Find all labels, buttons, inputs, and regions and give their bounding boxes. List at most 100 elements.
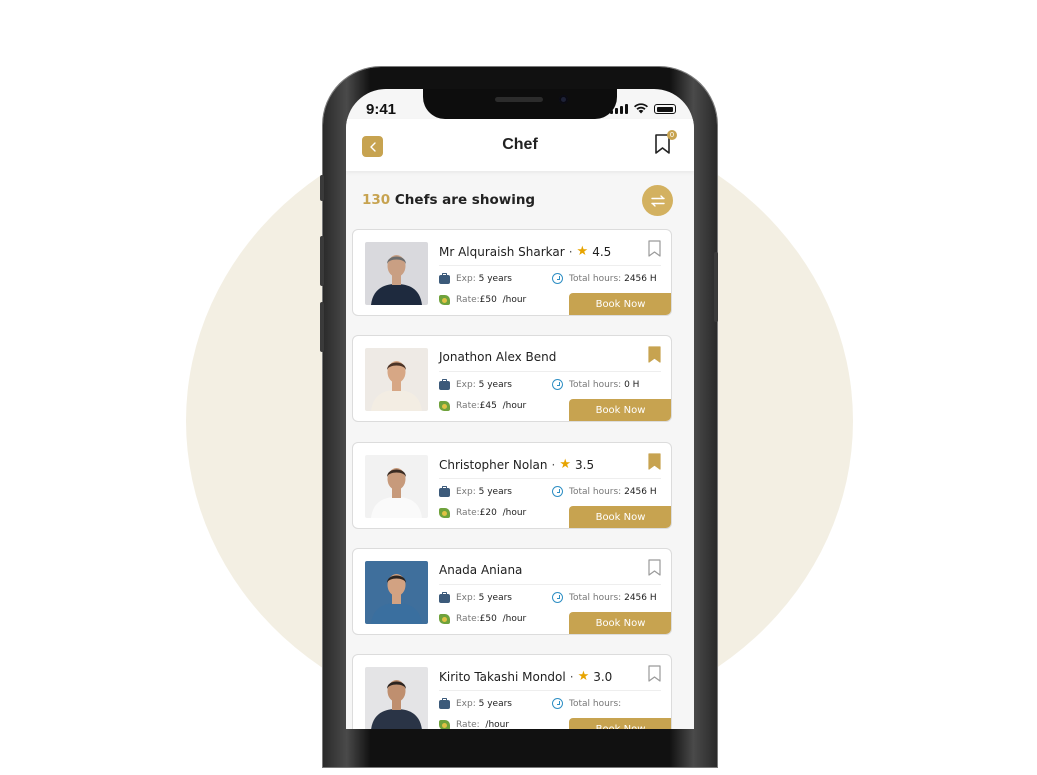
per-hour-label: /hour [502,508,527,518]
filter-button[interactable] [642,185,673,216]
bookmark-icon[interactable] [648,665,661,682]
card-divider [439,478,661,479]
briefcase-icon [439,272,450,284]
rate-row: Rate:£20 /hour [439,508,526,518]
hours-row: Total hours: 0 H [552,379,639,390]
per-hour-label: /hour [502,401,527,411]
hours-label: Total hours: [569,273,622,284]
experience-row: Exp: 5 years [439,272,512,284]
star-icon: ★ [576,244,589,259]
separator-dot: · [568,244,573,259]
chef-name[interactable]: Anada Aniana [439,563,522,577]
chef-name-line: Kirito Takashi Mondol · ★ 3.0 [439,669,612,684]
status-icons [610,103,676,114]
money-icon [439,614,450,624]
chef-card[interactable]: Jonathon Alex Bend Exp: 5 years Total ho… [352,335,672,422]
clock-icon [552,698,563,709]
card-divider [439,690,661,691]
rate-label: Rate: [456,720,480,729]
card-divider [439,265,661,266]
hours-label: Total hours: [569,592,622,603]
exp-value: 5 years [478,274,512,284]
exp-value: 5 years [478,487,512,497]
chef-card[interactable]: Anada Aniana Exp: 5 years Total hours: 2… [352,548,672,635]
chef-name[interactable]: Kirito Takashi Mondol [439,670,566,684]
experience-row: Exp: 5 years [439,591,512,603]
chef-name-line: Christopher Nolan · ★ 3.5 [439,457,594,472]
star-icon: ★ [559,457,571,472]
star-icon: ★ [577,669,590,684]
rate-row: Rate: /hour [439,720,509,729]
hours-row: Total hours: 2456 H [552,486,657,497]
hours-value: 2456 H [624,592,657,603]
hours-row: Total hours: 2456 H [552,273,657,284]
clock-icon [552,379,563,390]
results-count-label: Chefs are showing [394,192,536,208]
rate-label: Rate: [456,295,480,305]
exp-label: Exp: [456,487,476,497]
hours-label: Total hours: [569,379,622,390]
chef-name-line: Jonathon Alex Bend [439,350,556,364]
exp-label: Exp: [456,380,476,390]
battery-icon [654,104,676,114]
signal-icon [610,104,628,114]
chef-name-line: Mr Alquraish Sharkar · ★ 4.5 [439,244,611,259]
speaker-grille [495,97,543,102]
briefcase-icon [439,378,450,390]
chef-card[interactable]: Mr Alquraish Sharkar · ★ 4.5 Exp: 5 year… [352,229,672,316]
rate-label: Rate: [456,508,480,518]
chef-card[interactable]: Kirito Takashi Mondol · ★ 3.0 Exp: 5 yea… [352,654,672,729]
card-divider [439,371,661,372]
results-count-number: 130 [362,192,391,208]
bookmark-icon[interactable] [648,559,661,576]
book-now-button[interactable]: Book Now [569,718,671,729]
exp-label: Exp: [456,274,476,284]
hours-value: 0 H [624,379,640,390]
briefcase-icon [439,697,450,709]
money-icon [439,508,450,518]
rate-value: £45 [479,401,497,411]
page-title: Chef [502,136,538,153]
book-now-button[interactable]: Book Now [569,506,671,528]
money-icon [439,295,450,305]
chef-name[interactable]: Christopher Nolan [439,458,548,472]
experience-row: Exp: 5 years [439,378,512,390]
bookmark-icon[interactable] [648,346,661,363]
exp-value: 5 years [478,699,512,709]
results-count: 130 Chefs are showing [362,192,535,208]
rate-value: £20 [479,508,497,518]
book-now-button[interactable]: Book Now [569,293,671,315]
wifi-icon [634,103,648,114]
hours-label: Total hours: [569,486,622,497]
front-camera [559,95,568,104]
filter-icon [650,194,665,207]
chef-name[interactable]: Jonathon Alex Bend [439,350,556,364]
chef-name-line: Anada Aniana [439,563,522,577]
book-now-button[interactable]: Book Now [569,612,671,634]
briefcase-icon [439,485,450,497]
chef-rating: 4.5 [592,244,612,259]
money-icon [439,720,450,729]
chef-avatar [365,455,428,518]
per-hour-label: /hour [502,614,527,624]
exp-label: Exp: [456,699,476,709]
chef-rating: 3.0 [593,669,613,684]
rate-value: £50 [479,295,497,305]
bookmark-icon[interactable] [648,240,661,257]
chef-avatar [365,242,428,305]
book-now-button[interactable]: Book Now [569,399,671,421]
hours-label: Total hours: [569,698,622,709]
chef-avatar [365,667,428,729]
bookmark-icon[interactable] [648,453,661,470]
clock-icon [552,273,563,284]
app-screen: 9:41 Chef 0 130 Chefs are showing Mr Alq… [346,89,694,729]
hours-row: Total hours: [552,698,621,709]
per-hour-label: /hour [502,295,527,305]
hours-row: Total hours: 2456 H [552,592,657,603]
chef-name[interactable]: Mr Alquraish Sharkar [439,245,565,259]
chef-card[interactable]: Christopher Nolan · ★ 3.5 Exp: 5 years T… [352,442,672,529]
app-header: Chef 0 [346,119,694,171]
chef-rating: 3.5 [575,457,595,472]
chef-avatar [365,348,428,411]
rate-row: Rate:£50 /hour [439,614,526,624]
